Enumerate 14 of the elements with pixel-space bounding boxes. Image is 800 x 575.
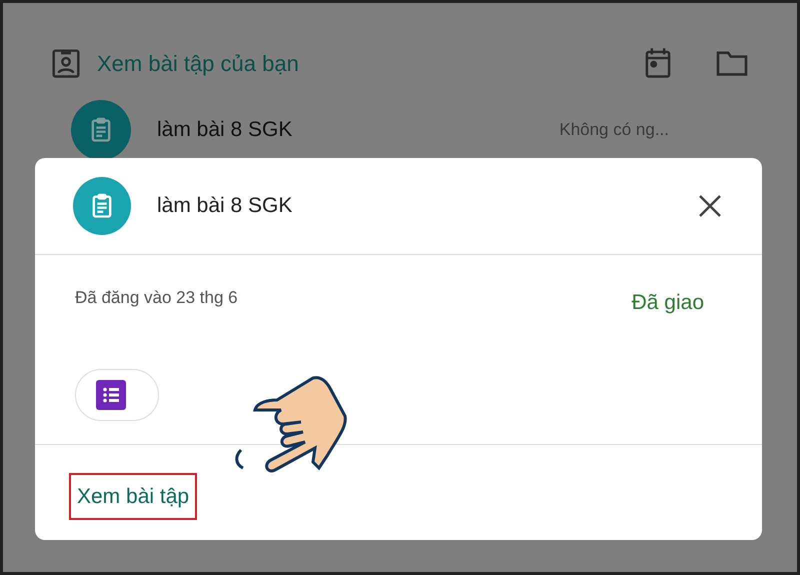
portrait-icon bbox=[51, 47, 81, 79]
list-icon bbox=[96, 380, 126, 410]
view-assignment-link[interactable]: Xem bài tập bbox=[69, 472, 198, 520]
assignment-title: làm bài 8 SGK bbox=[157, 117, 292, 144]
assignment-row[interactable]: làm bài 8 SGK Không có ng... bbox=[3, 95, 797, 165]
close-icon[interactable] bbox=[698, 194, 722, 218]
status-label: Đã giao bbox=[632, 290, 704, 316]
calendar-icon[interactable] bbox=[643, 47, 673, 79]
dialog-title: làm bài 8 SGK bbox=[157, 193, 292, 220]
folder-icon[interactable] bbox=[715, 49, 749, 77]
page-title: Xem bài tập của bạn bbox=[97, 50, 299, 78]
due-date: Không có ng... bbox=[559, 119, 669, 142]
posted-date: Đã đăng vào 23 thg 6 bbox=[75, 287, 238, 309]
attachment-chip[interactable] bbox=[75, 368, 159, 420]
